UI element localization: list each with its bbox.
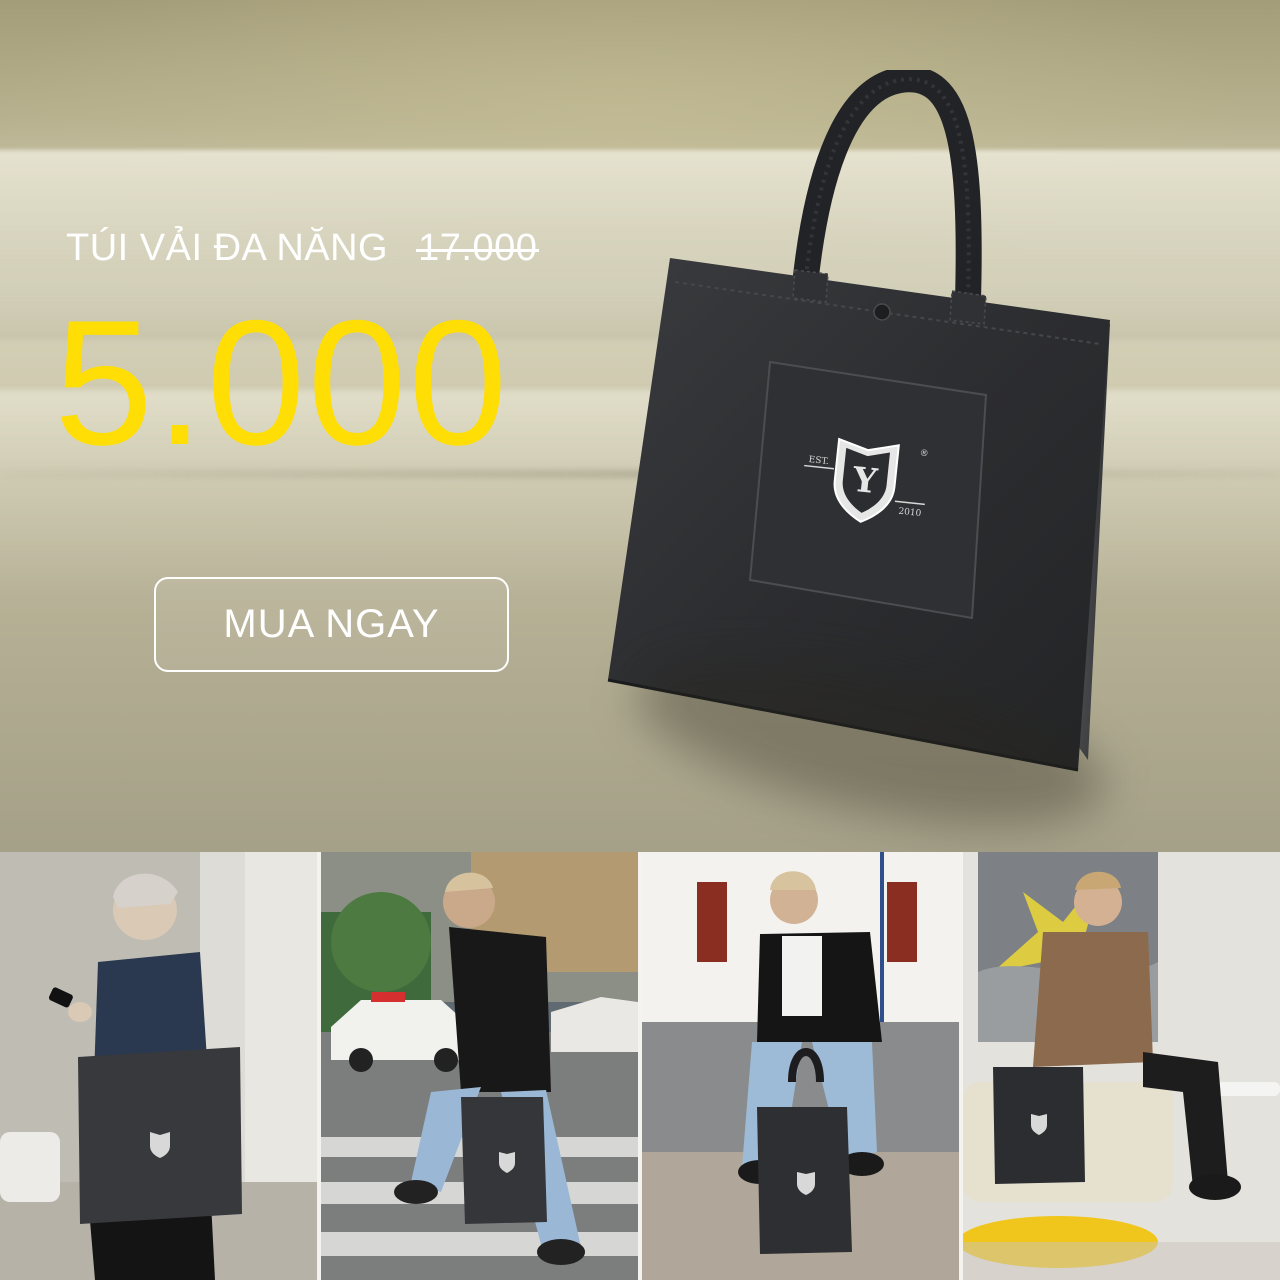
svg-text:Y: Y [850,460,880,502]
product-title-line: TÚI VẢI ĐA NĂNG 17.000 [66,225,540,271]
tote-bag-image: Y EST. 2010 ® [600,66,1120,852]
lookbook-photo[interactable] [642,852,959,1280]
snap-button-icon [873,303,891,321]
photo-wall-lean [0,852,317,1280]
buy-now-button[interactable]: MUA NGAY [154,577,509,672]
lookbook-gallery [0,852,1280,1280]
product-name: TÚI VẢI ĐA NĂNG [66,226,389,269]
photo-seated-painting [963,852,1280,1280]
photo-street-crossing [321,852,638,1280]
hero-banner: TÚI VẢI ĐA NĂNG 17.000 5.000 MUA NGAY Y … [0,0,1280,852]
sale-price: 5.000 [54,283,510,482]
lookbook-photo[interactable] [963,852,1280,1280]
svg-text:®: ® [919,449,929,460]
lookbook-photo[interactable] [321,852,638,1280]
bag-handle [792,66,982,313]
old-price: 17.000 [416,226,540,269]
photo-seated-building [642,852,959,1280]
lookbook-photo[interactable] [0,852,317,1280]
svg-text:EST.: EST. [808,455,829,467]
